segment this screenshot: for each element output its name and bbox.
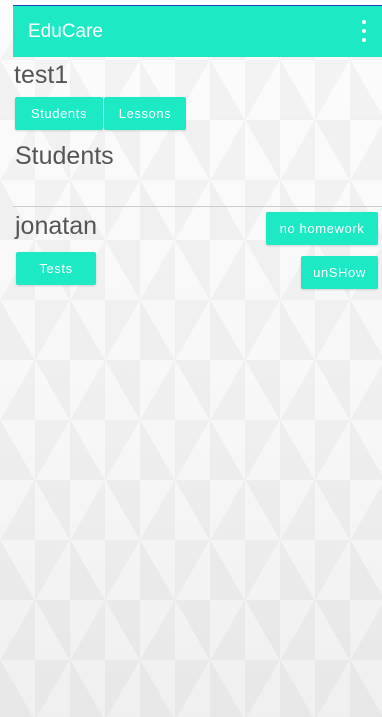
- students-button[interactable]: Students: [15, 97, 103, 130]
- app-bar: EduCare: [13, 5, 382, 57]
- menu-dot: [362, 20, 366, 24]
- screen: EduCare test1 Students Lessons Students …: [0, 0, 382, 717]
- menu-dot: [362, 38, 366, 42]
- app-title: EduCare: [28, 21, 103, 42]
- student-name: jonatan: [15, 212, 98, 240]
- menu-dot: [362, 29, 366, 33]
- lessons-button[interactable]: Lessons: [104, 97, 186, 130]
- tests-button[interactable]: Tests: [16, 252, 96, 285]
- overflow-menu-icon[interactable]: [360, 20, 368, 42]
- section-title: Students: [15, 142, 114, 170]
- no-homework-button[interactable]: no homework: [266, 212, 378, 245]
- unshow-button[interactable]: unSHow: [301, 256, 378, 289]
- class-title: test1: [14, 61, 69, 89]
- divider: [13, 206, 382, 207]
